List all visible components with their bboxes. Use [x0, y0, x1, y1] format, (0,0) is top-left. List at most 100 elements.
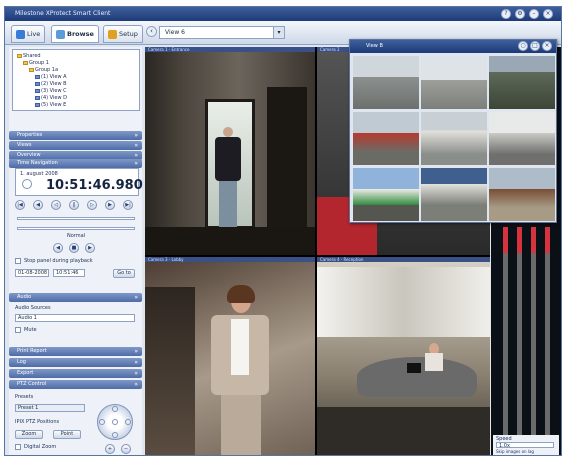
view-selector[interactable]: View 6 ▾ [159, 26, 285, 39]
clock-icon [22, 179, 32, 189]
zoom-out-button[interactable]: − [121, 444, 131, 454]
camera-title: Camera 4 - Reception [317, 257, 490, 262]
speed-slider[interactable] [17, 227, 135, 230]
stop-button[interactable]: ■ [69, 243, 79, 253]
camera-tile[interactable]: Camera 1 - Entrance [145, 47, 315, 255]
skip-start-button[interactable]: |◀ [15, 200, 25, 210]
ptz-right-button[interactable] [125, 419, 131, 425]
monitor [407, 363, 421, 373]
person-body [425, 353, 443, 371]
section-time-navigation[interactable]: Time Navigation [9, 159, 142, 168]
thumbnail-camera[interactable] [353, 112, 419, 165]
time-slider[interactable] [17, 217, 135, 220]
tree-item[interactable]: Group 1a [29, 67, 58, 73]
zoom-button[interactable]: Zoom [15, 430, 43, 439]
camera-tile[interactable]: Camera 4 - Reception [317, 257, 490, 455]
step-forward-button[interactable]: ▶ [105, 200, 115, 210]
tab-live-label: Live [27, 30, 41, 38]
tab-browse[interactable]: Browse [51, 25, 99, 43]
floating-view-window[interactable]: View B ○ □ × [349, 39, 557, 223]
section-audio[interactable]: Audio [9, 293, 142, 302]
ptz-home-button[interactable] [112, 419, 118, 425]
speed-box: Speed 1.0x Skip images on lag [493, 435, 559, 455]
thumbnail-camera[interactable] [421, 56, 487, 109]
stair-wall [145, 287, 195, 455]
popup-close-icon[interactable]: × [542, 41, 552, 51]
person-legs [219, 181, 237, 227]
point-button[interactable]: Point [53, 430, 81, 439]
thumbnail-camera[interactable] [353, 56, 419, 109]
audio-peak [503, 227, 508, 253]
person-shirt [231, 319, 249, 375]
date-label: 1. august 2008 [20, 171, 58, 177]
section-export[interactable]: Export [9, 369, 142, 378]
ptz-positions-label: IPIX PTZ Positions [15, 419, 60, 425]
prev-sequence-button[interactable]: ◀ [53, 243, 63, 253]
mute-label: Mute [24, 327, 37, 333]
zoom-in-button[interactable]: + [105, 444, 115, 454]
preset-select[interactable]: Preset 1 [15, 404, 85, 412]
person-body [215, 137, 241, 181]
options-icon[interactable]: ⚙ [515, 9, 525, 19]
tree-item[interactable]: (1) View A [35, 74, 67, 80]
thumbnail-camera[interactable] [489, 112, 555, 165]
tab-browse-label: Browse [67, 30, 94, 38]
popup-maximize-icon[interactable]: □ [530, 41, 540, 51]
section-ptz[interactable]: PTZ Control [9, 380, 142, 389]
audio-peak [517, 227, 522, 253]
camera-title: Camera 1 - Entrance [145, 47, 315, 52]
goto-button[interactable]: Go to [113, 269, 135, 278]
ptz-left-button[interactable] [99, 419, 105, 425]
play-button[interactable]: ▷ [87, 200, 97, 210]
tab-setup[interactable]: Setup [103, 25, 143, 43]
tree-item[interactable]: (4) View D [35, 95, 67, 101]
thumbnail-camera[interactable] [489, 168, 555, 221]
section-properties[interactable]: Properties [9, 131, 142, 140]
camera-tile[interactable]: Camera 3 - Lobby [145, 257, 315, 455]
camera-title: Camera 3 - Lobby [145, 257, 315, 262]
digital-zoom-checkbox[interactable] [15, 444, 21, 450]
section-views[interactable]: Views [9, 141, 142, 150]
tree-item[interactable]: (3) View C [35, 88, 67, 94]
audio-level-bar [531, 227, 536, 437]
browse-icon [56, 29, 65, 39]
minimize-icon[interactable]: – [529, 9, 539, 19]
speed-select[interactable]: 1.0x [496, 442, 554, 449]
step-back-button[interactable]: ◀ [33, 200, 43, 210]
ptz-joystick[interactable] [97, 404, 133, 440]
close-icon[interactable]: × [543, 9, 553, 19]
section-log[interactable]: Log [9, 358, 142, 367]
camera-tree[interactable]: Shared Group 1 Group 1a (1) View A (2) V… [12, 49, 140, 111]
audio-level-bar [517, 227, 522, 437]
view-nav-button[interactable]: ‹ [146, 26, 157, 37]
play-reverse-button[interactable]: ◁ [51, 200, 61, 210]
audio-source-select[interactable]: Audio 1 [15, 314, 135, 322]
person-hair [227, 285, 255, 303]
skip-end-button[interactable]: ▶| [123, 200, 133, 210]
thumbnail-camera[interactable] [421, 112, 487, 165]
digital-zoom-label: Digital Zoom [24, 444, 57, 450]
person-head [223, 127, 233, 137]
thumbnail-camera[interactable] [421, 168, 487, 221]
popup-options-icon[interactable]: ○ [518, 41, 528, 51]
thumbnail-camera[interactable] [489, 56, 555, 109]
left-panel: Shared Group 1 Group 1a (1) View A (2) V… [9, 47, 143, 455]
thumbnail-camera[interactable] [353, 168, 419, 221]
tree-item[interactable]: Group 1 [23, 60, 49, 66]
camera-icon [16, 29, 25, 39]
mute-checkbox[interactable] [15, 327, 21, 333]
tree-item[interactable]: (2) View B [35, 81, 67, 87]
ptz-up-button[interactable] [112, 406, 118, 412]
help-icon[interactable]: ? [501, 9, 511, 19]
next-sequence-button[interactable]: ▶ [85, 243, 95, 253]
section-print[interactable]: Print Report [9, 347, 142, 356]
tree-item[interactable]: Shared [17, 53, 41, 59]
stop-checkbox[interactable] [15, 258, 21, 264]
floor [317, 407, 490, 455]
ptz-down-button[interactable] [112, 432, 118, 438]
goto-time-field[interactable]: 10:51:46 [53, 269, 85, 277]
tree-item[interactable]: (5) View E [35, 102, 66, 108]
tab-live[interactable]: Live [11, 25, 46, 43]
pause-button[interactable]: ‖ [69, 200, 79, 210]
goto-date-field[interactable]: 01-08-2008 [15, 269, 49, 277]
